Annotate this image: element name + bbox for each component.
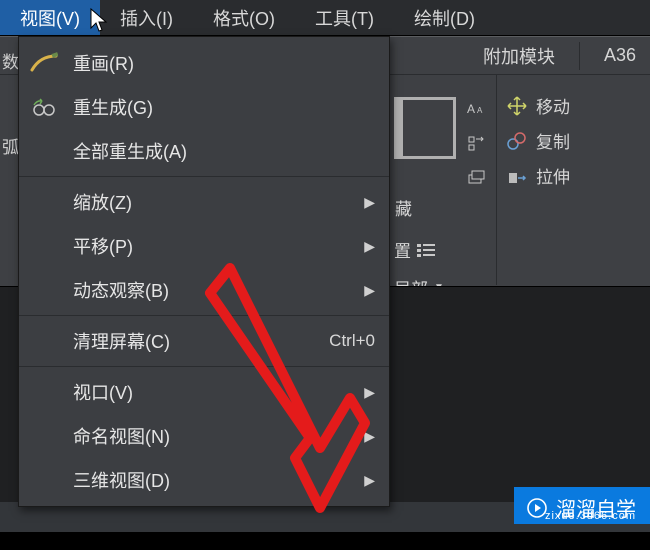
menu-sep bbox=[19, 176, 389, 177]
preset-list-icon bbox=[415, 241, 437, 259]
regen-icon bbox=[29, 92, 59, 122]
ribbon-preset-fragment[interactable]: 置 bbox=[394, 237, 437, 262]
menu-sep bbox=[19, 315, 389, 316]
ribbon-glyph-column: AA bbox=[466, 99, 488, 187]
submenu-arrow-icon: ▶ bbox=[364, 384, 375, 401]
ribbon-hide-fragment[interactable]: 藏 bbox=[395, 195, 412, 220]
menubar: 视图(V) 插入(I) 格式(O) 工具(T) 绘制(D) bbox=[0, 0, 650, 36]
menu-sep bbox=[19, 366, 389, 367]
submenu-arrow-icon: ▶ bbox=[364, 194, 375, 211]
menu-orbit[interactable]: 动态观察(B) ▶ bbox=[19, 268, 389, 312]
layer-icon[interactable] bbox=[466, 167, 488, 187]
menu-format[interactable]: 格式(O) bbox=[193, 0, 295, 35]
modify-group: 移动 复制 拉伸 bbox=[506, 75, 648, 188]
menu-pan[interactable]: 平移(P) ▶ bbox=[19, 224, 389, 268]
ribbon-vsep bbox=[496, 75, 497, 285]
menu-named-views[interactable]: 命名视图(N) ▶ bbox=[19, 414, 389, 458]
left-edge-fragments: 数 弧 bbox=[0, 48, 20, 198]
move-button[interactable]: 移动 bbox=[506, 93, 648, 118]
stretch-icon bbox=[506, 165, 528, 187]
menu-zoom[interactable]: 缩放(Z) ▶ bbox=[19, 180, 389, 224]
ribbon-module-label[interactable]: 附加模块 bbox=[483, 43, 555, 69]
ribbon-a36-label[interactable]: A36 bbox=[604, 45, 636, 66]
menu-redraw[interactable]: 重画(R) bbox=[19, 41, 389, 85]
menu-regen[interactable]: 重生成(G) bbox=[19, 85, 389, 129]
submenu-arrow-icon: ▶ bbox=[364, 428, 375, 445]
menu-regen-all[interactable]: 全部重生成(A) bbox=[19, 129, 389, 173]
panel-preview-icon[interactable] bbox=[394, 97, 456, 159]
menu-3d-views[interactable]: 三维视图(D) ▶ bbox=[19, 458, 389, 502]
svg-text:A: A bbox=[467, 102, 475, 116]
submenu-arrow-icon: ▶ bbox=[364, 282, 375, 299]
text-style-icon[interactable]: AA bbox=[466, 99, 488, 119]
view-dropdown: 重画(R) 重生成(G) 全部重生成(A) 缩放(Z) ▶ 平移(P) ▶ 动态… bbox=[18, 36, 390, 507]
copy-button[interactable]: 复制 bbox=[506, 128, 648, 153]
align-icon[interactable] bbox=[466, 133, 488, 153]
menu-draw[interactable]: 绘制(D) bbox=[394, 0, 495, 35]
submenu-arrow-icon: ▶ bbox=[364, 238, 375, 255]
submenu-arrow-icon: ▶ bbox=[364, 472, 375, 489]
menu-view[interactable]: 视图(V) bbox=[0, 0, 100, 35]
menu-insert[interactable]: 插入(I) bbox=[100, 0, 193, 35]
redraw-icon bbox=[29, 48, 59, 78]
svg-text:A: A bbox=[477, 106, 483, 115]
bottom-black-bar bbox=[0, 532, 650, 550]
ribbon-sep bbox=[579, 42, 580, 70]
copy-icon bbox=[506, 130, 528, 152]
stretch-button[interactable]: 拉伸 bbox=[506, 163, 648, 188]
menu-tools[interactable]: 工具(T) bbox=[295, 0, 394, 35]
menu-viewport[interactable]: 视口(V) ▶ bbox=[19, 370, 389, 414]
watermark: 溜溜自学 zixue.3d66.com bbox=[514, 487, 650, 524]
move-icon bbox=[506, 95, 528, 117]
menu-clean-screen[interactable]: 清理屏幕(C) Ctrl+0 bbox=[19, 319, 389, 363]
